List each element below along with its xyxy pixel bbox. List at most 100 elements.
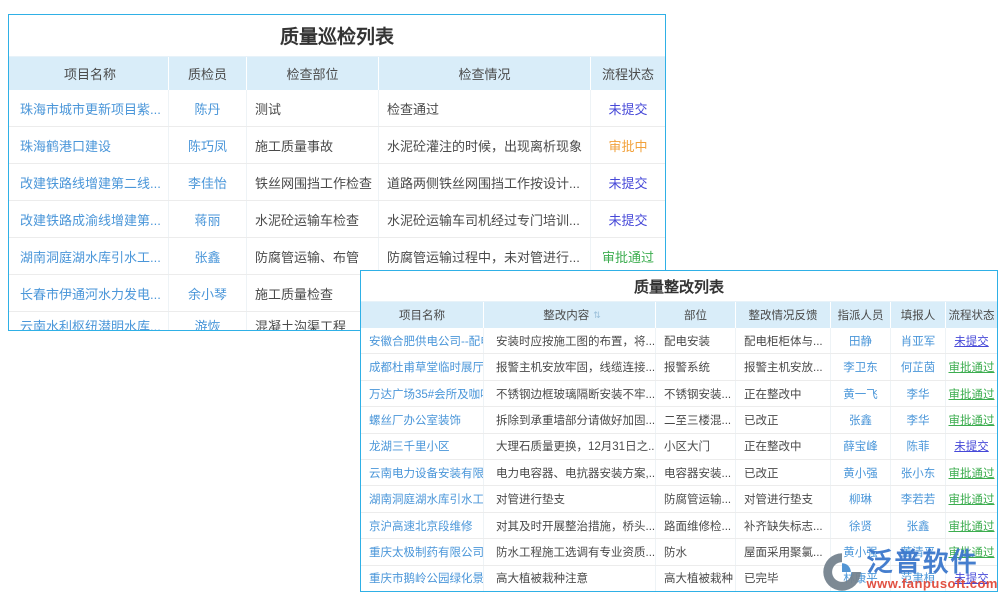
cell-inspector[interactable]: 游恢 (169, 312, 247, 330)
cell-assignee[interactable]: 黄一飞 (831, 381, 891, 406)
cell-reporter[interactable]: 陈菲 (891, 434, 946, 459)
cell-situation: 检查通过 (379, 90, 591, 126)
cell-status[interactable]: 未提交 (591, 90, 665, 126)
cell-part: 防水 (656, 539, 736, 564)
cell-content: 对管进行垫支 (484, 486, 656, 511)
cell-status[interactable]: 审批中 (591, 127, 665, 163)
cell-status[interactable]: 审批通过 (946, 407, 997, 432)
inspection-table-title: 质量巡检列表 (9, 15, 665, 57)
cell-project[interactable]: 珠海鹤港口建设 (9, 127, 169, 163)
cell-project[interactable]: 京沪高速北京段维修 (361, 513, 484, 538)
cell-inspector[interactable]: 蒋丽 (169, 201, 247, 237)
cell-situation: 道路两侧铁丝网围挡工作按设计... (379, 164, 591, 200)
cell-reporter[interactable]: 李华 (891, 381, 946, 406)
cell-project[interactable]: 成都杜甫草堂临时展厅独立展... (361, 354, 484, 379)
cell-feedback: 已改正 (736, 460, 831, 485)
cell-project[interactable]: 改建铁路成渝线增建第... (9, 201, 169, 237)
cell-part: 高大植被栽种 (656, 566, 736, 591)
table-row: 云南电力设备安装有限公司20...电力电容器、电抗器安装方案,...电容器安装.… (361, 459, 997, 485)
cell-project[interactable]: 万达广场35#会所及咖啡厅空... (361, 381, 484, 406)
cell-project[interactable]: 云南水利枢纽潜明水库... (9, 312, 169, 330)
cell-project[interactable]: 安徽合肥供电公司--配电设备... (361, 328, 484, 353)
table-row: 成都杜甫草堂临时展厅独立展...报警主机安放牢固，线缆连接...报警系统报警主机… (361, 353, 997, 379)
cell-project[interactable]: 湖南洞庭湖水库引水工程施工标 (361, 486, 484, 511)
table-row: 湖南洞庭湖水库引水工...张鑫防腐管运输、布管防腐管运输过程中，未对管进行...… (9, 237, 665, 274)
cell-feedback: 正在整改中 (736, 434, 831, 459)
cell-assignee[interactable]: 黄小强 (831, 539, 891, 564)
cell-feedback: 已改正 (736, 407, 831, 432)
column-header-inspector: 质检员 (169, 57, 247, 90)
cell-reporter[interactable]: 张小东 (891, 460, 946, 485)
cell-status[interactable]: 审批通过 (946, 381, 997, 406)
cell-part: 配电安装 (656, 328, 736, 353)
cell-feedback: 屋面采用聚氯... (736, 539, 831, 564)
cell-status[interactable]: 审批通过 (946, 354, 997, 379)
cell-status[interactable]: 未提交 (946, 434, 997, 459)
table-row: 万达广场35#会所及咖啡厅空...不锈钢边框玻璃隔断安装不牢...不锈钢安装..… (361, 380, 997, 406)
cell-reporter[interactable]: 何芷茵 (891, 354, 946, 379)
cell-project[interactable]: 重庆市鹅岭公园绿化景观提升... (361, 566, 484, 591)
cell-assignee[interactable]: 柳琳 (831, 486, 891, 511)
cell-assignee[interactable]: 徐贤 (831, 513, 891, 538)
cell-reporter[interactable]: 董清平 (891, 539, 946, 564)
column-header-content[interactable]: 整改内容⇅ (484, 302, 656, 328)
cell-status[interactable]: 未提交 (591, 164, 665, 200)
cell-project[interactable]: 云南电力设备安装有限公司20... (361, 460, 484, 485)
table-row: 重庆市鹅岭公园绿化景观提升...高大植被栽种注意高大植被栽种已完毕林康平范聿桓未… (361, 565, 997, 591)
table-row: 重庆太极制药有限公司亳州中...防水工程施工选调有专业资质...防水屋面采用聚氯… (361, 538, 997, 564)
cell-project[interactable]: 重庆太极制药有限公司亳州中... (361, 539, 484, 564)
cell-part: 水泥砼运输车检查 (247, 201, 379, 237)
cell-reporter[interactable]: 范聿桓 (891, 566, 946, 591)
cell-assignee[interactable]: 薛宝峰 (831, 434, 891, 459)
cell-assignee[interactable]: 林康平 (831, 566, 891, 591)
cell-status[interactable]: 未提交 (946, 328, 997, 353)
column-header-status: 流程状态 (591, 57, 665, 90)
cell-part: 防腐管运输、布管 (247, 238, 379, 274)
cell-assignee[interactable]: 黄小强 (831, 460, 891, 485)
cell-content: 高大植被栽种注意 (484, 566, 656, 591)
table-row: 珠海市城市更新项目紫...陈丹测试检查通过未提交 (9, 90, 665, 126)
table-row: 京沪高速北京段维修对其及时开展整治措施，桥头...路面维修检...补齐缺失标志.… (361, 512, 997, 538)
cell-project[interactable]: 螺丝厂办公室装饰 (361, 407, 484, 432)
quality-rectification-panel: 质量整改列表 项目名称整改内容⇅部位整改情况反馈指派人员填报人流程状态 安徽合肥… (360, 270, 998, 592)
cell-status[interactable]: 审批通过 (946, 486, 997, 511)
cell-situation: 水泥砼运输车司机经过专门培训... (379, 201, 591, 237)
cell-assignee[interactable]: 李卫东 (831, 354, 891, 379)
cell-status[interactable]: 审批通过 (946, 513, 997, 538)
cell-reporter[interactable]: 李华 (891, 407, 946, 432)
cell-status[interactable]: 审批通过 (946, 539, 997, 564)
cell-status[interactable]: 审批通过 (946, 460, 997, 485)
column-header-project: 项目名称 (361, 302, 484, 328)
cell-inspector[interactable]: 李佳怡 (169, 164, 247, 200)
cell-part: 小区大门 (656, 434, 736, 459)
cell-status[interactable]: 审批通过 (591, 238, 665, 274)
cell-inspector[interactable]: 陈丹 (169, 90, 247, 126)
cell-inspector[interactable]: 陈巧凤 (169, 127, 247, 163)
cell-project[interactable]: 珠海市城市更新项目紫... (9, 90, 169, 126)
table-row: 螺丝厂办公室装饰拆除到承重墙部分请做好加固...二至三楼混...已改正张鑫李华审… (361, 406, 997, 432)
cell-project[interactable]: 龙湖三千里小区 (361, 434, 484, 459)
cell-content: 拆除到承重墙部分请做好加固... (484, 407, 656, 432)
rectification-table-title: 质量整改列表 (361, 271, 997, 302)
cell-content: 防水工程施工选调有专业资质... (484, 539, 656, 564)
cell-feedback: 报警主机安放... (736, 354, 831, 379)
column-header-situation: 检查情况 (379, 57, 591, 90)
sort-icon[interactable]: ⇅ (593, 310, 600, 321)
cell-reporter[interactable]: 李若若 (891, 486, 946, 511)
cell-inspector[interactable]: 张鑫 (169, 238, 247, 274)
cell-reporter[interactable]: 张鑫 (891, 513, 946, 538)
table-row: 珠海鹤港口建设陈巧凤施工质量事故水泥砼灌注的时候，出现离析现象审批中 (9, 126, 665, 163)
cell-reporter[interactable]: 肖亚军 (891, 328, 946, 353)
cell-part: 二至三楼混... (656, 407, 736, 432)
cell-content: 报警主机安放牢固，线缆连接... (484, 354, 656, 379)
table-row: 湖南洞庭湖水库引水工程施工标对管进行垫支防腐管运输...对管进行垫支柳琳李若若审… (361, 485, 997, 511)
table-row: 安徽合肥供电公司--配电设备...安装时应按施工图的布置，将...配电安装配电柜… (361, 328, 997, 353)
cell-project[interactable]: 长春市伊通河水力发电... (9, 275, 169, 311)
cell-assignee[interactable]: 张鑫 (831, 407, 891, 432)
cell-status[interactable]: 未提交 (591, 201, 665, 237)
cell-project[interactable]: 改建铁路线增建第二线... (9, 164, 169, 200)
cell-project[interactable]: 湖南洞庭湖水库引水工... (9, 238, 169, 274)
cell-inspector[interactable]: 余小琴 (169, 275, 247, 311)
cell-assignee[interactable]: 田静 (831, 328, 891, 353)
cell-status[interactable]: 未提交 (946, 566, 997, 591)
